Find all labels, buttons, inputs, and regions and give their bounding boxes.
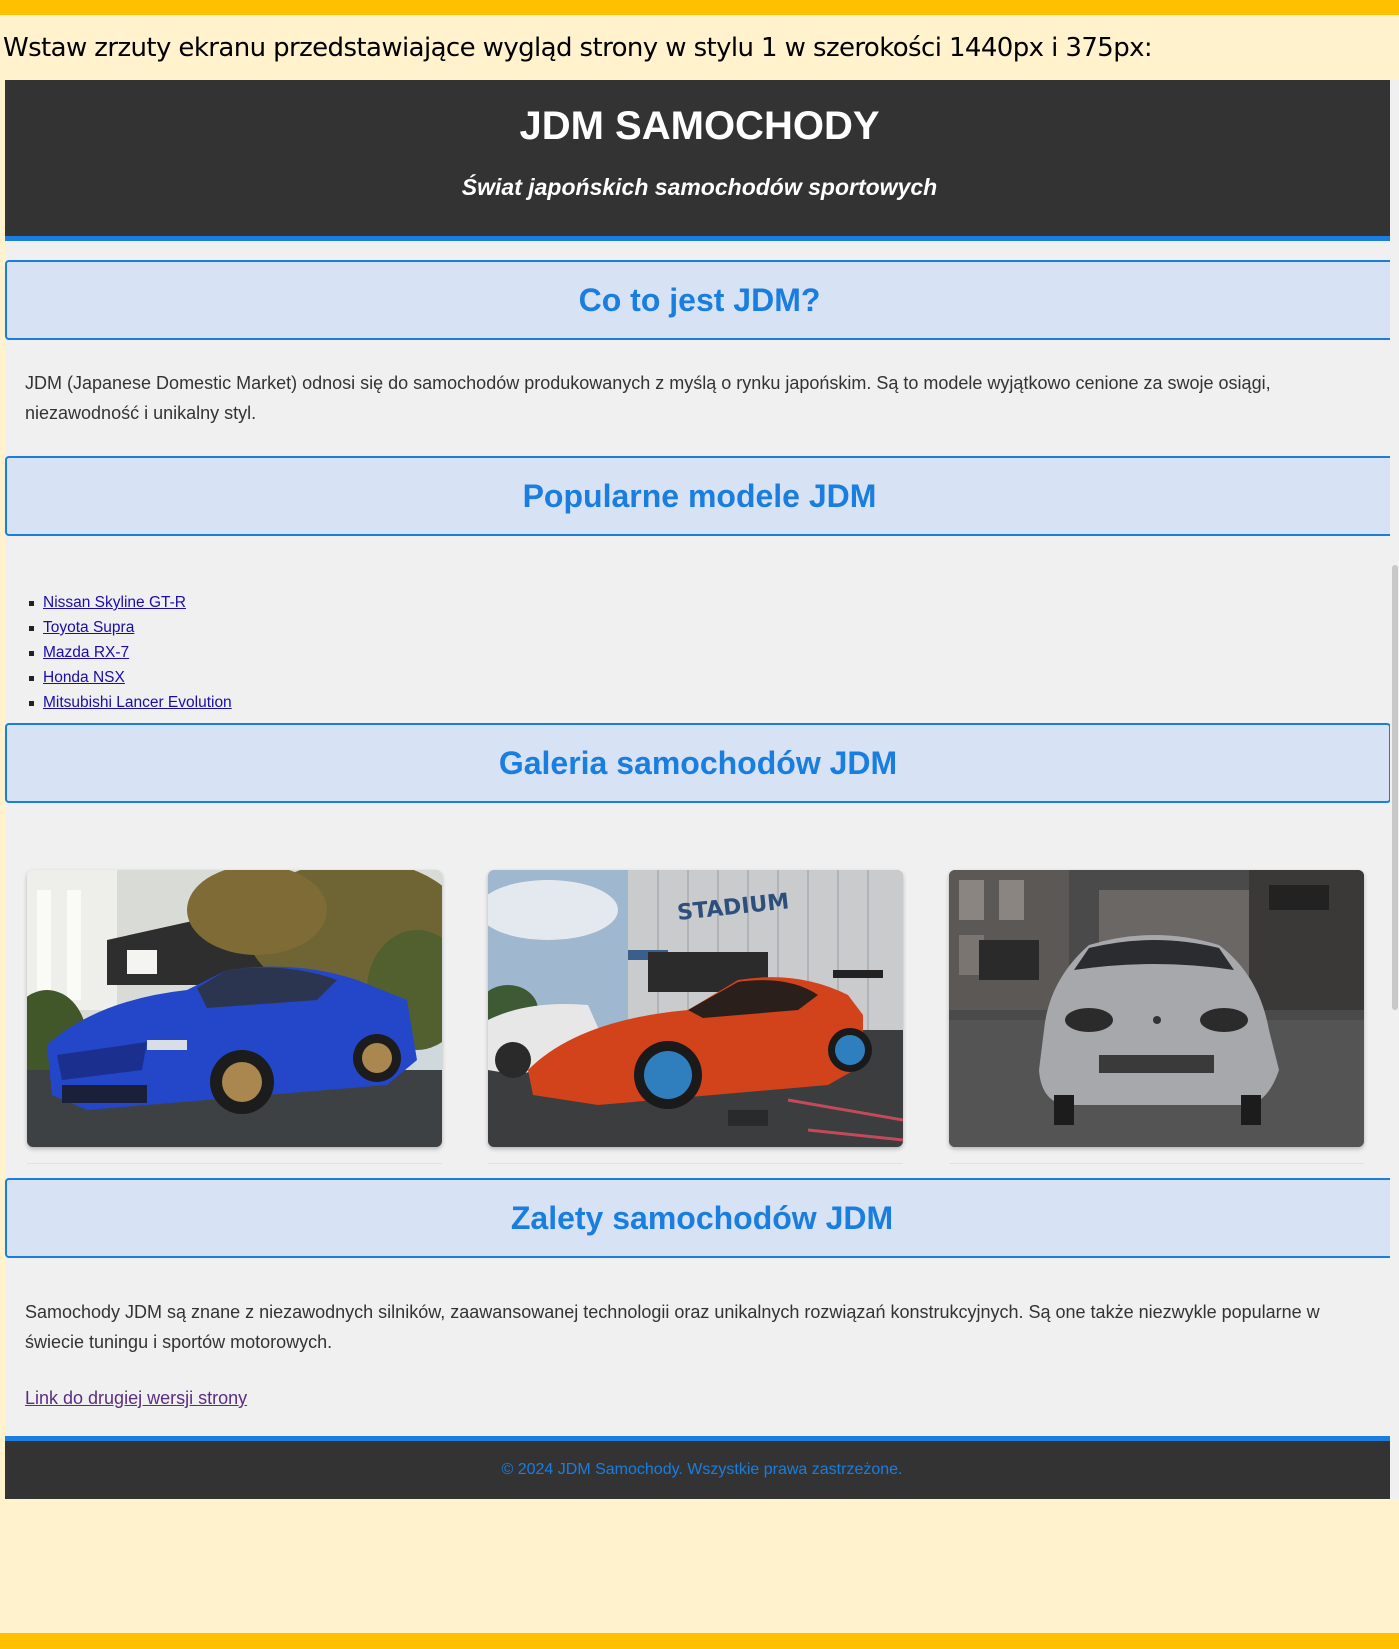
gallery-photo-blue-skyline[interactable] bbox=[27, 870, 442, 1147]
gallery-divider bbox=[27, 1163, 442, 1164]
site-header: JDM SAMOCHODY Świat japońskich samochodó… bbox=[5, 80, 1394, 241]
second-version-link[interactable]: Link do drugiej wersji strony bbox=[25, 1388, 247, 1409]
model-link-lancer-evo[interactable]: Mitsubishi Lancer Evolution bbox=[43, 694, 232, 711]
site-title: JDM SAMOCHODY bbox=[519, 104, 880, 148]
model-link-rx7[interactable]: Mazda RX-7 bbox=[43, 644, 129, 661]
gallery-photo-orange-350z[interactable]: STADIUM bbox=[488, 870, 903, 1147]
what-is-jdm-text: JDM (Japanese Domestic Market) odnosi si… bbox=[25, 373, 1271, 423]
site-footer: © 2024 JDM Samochody. Wszystkie prawa za… bbox=[5, 1436, 1399, 1499]
list-item: Mitsubishi Lancer Evolution bbox=[29, 690, 232, 715]
site-subtitle: Świat japońskich samochodów sportowych bbox=[461, 174, 938, 200]
footer-copyright: © 2024 JDM Samochody. Wszystkie prawa za… bbox=[501, 1461, 903, 1478]
advantages-text: Samochody JDM są znane z niezawodnych si… bbox=[25, 1302, 1320, 1352]
list-item: Honda NSX bbox=[29, 665, 232, 690]
section-heading-what-is-jdm: Co to jest JDM? bbox=[5, 260, 1394, 340]
model-link-supra[interactable]: Toyota Supra bbox=[43, 619, 134, 636]
section-heading-gallery: Galeria samochodów JDM bbox=[5, 723, 1391, 803]
gallery-photo-silver-supra[interactable] bbox=[949, 870, 1364, 1147]
list-item: Toyota Supra bbox=[29, 615, 232, 640]
scrollbar-thumb[interactable] bbox=[1392, 565, 1398, 1010]
gallery-divider bbox=[488, 1163, 903, 1164]
section-heading-advantages: Zalety samochodów JDM bbox=[5, 1178, 1399, 1258]
model-link-nsx[interactable]: Honda NSX bbox=[43, 669, 125, 686]
blue-car-image bbox=[27, 870, 442, 1147]
document-bottom-bar bbox=[0, 1633, 1399, 1649]
model-link-skyline[interactable]: Nissan Skyline GT-R bbox=[43, 594, 186, 611]
section-heading-popular-models: Popularne modele JDM bbox=[5, 456, 1394, 536]
instruction-text: Wstaw zrzuty ekranu przedstawiające wygl… bbox=[3, 33, 1153, 63]
silver-car-image bbox=[949, 870, 1364, 1147]
orange-car-image: STADIUM bbox=[488, 870, 903, 1147]
models-list: Nissan Skyline GT-R Toyota Supra Mazda R… bbox=[29, 590, 232, 715]
list-item: Mazda RX-7 bbox=[29, 640, 232, 665]
gallery-divider bbox=[949, 1163, 1364, 1164]
document-top-bar bbox=[0, 0, 1399, 15]
list-item: Nissan Skyline GT-R bbox=[29, 590, 232, 615]
website-screenshot: JDM SAMOCHODY Świat japońskich samochodó… bbox=[5, 80, 1399, 1499]
